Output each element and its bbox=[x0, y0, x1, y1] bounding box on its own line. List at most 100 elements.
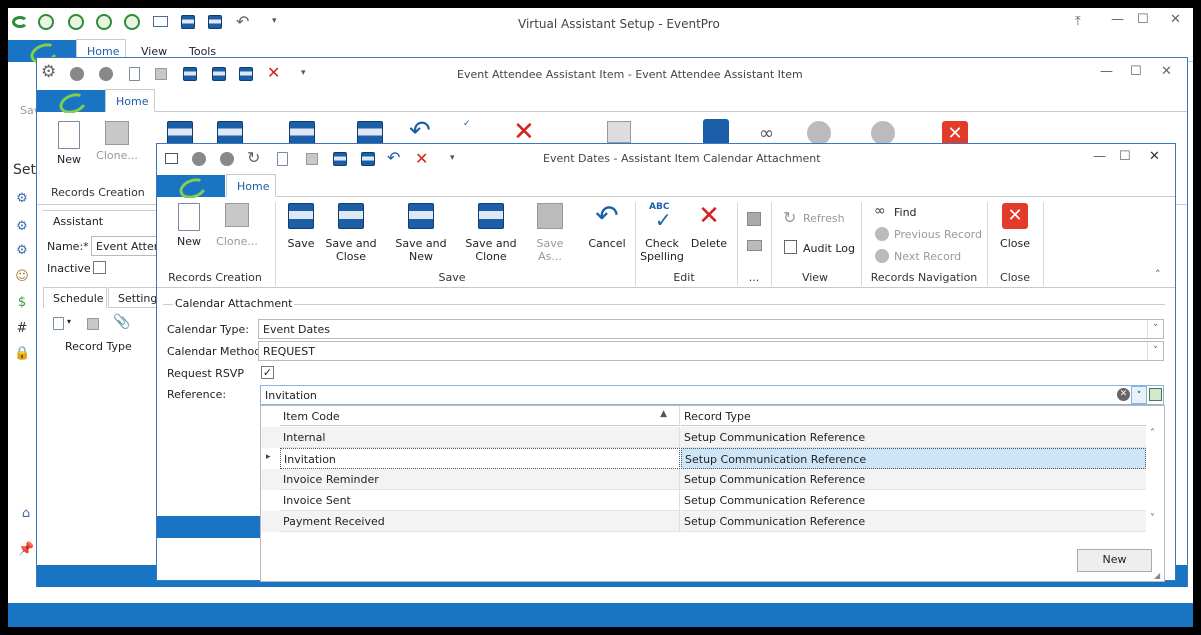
scroll-down-icon[interactable]: ˅ bbox=[1150, 513, 1155, 524]
save-as-button[interactable]: Save As... bbox=[523, 203, 577, 263]
folder-icon[interactable] bbox=[747, 240, 762, 251]
customize-icon[interactable]: ▾ bbox=[301, 68, 306, 78]
save-close-icon[interactable] bbox=[208, 15, 222, 29]
previous-icon[interactable] bbox=[807, 121, 831, 145]
record-type-cell[interactable]: Setup Communication Reference bbox=[681, 427, 1146, 448]
list-item[interactable]: Invoice Sent Setup Communication Referenc… bbox=[261, 490, 1146, 511]
save-close-icon[interactable] bbox=[217, 121, 243, 145]
new-icon[interactable] bbox=[53, 317, 64, 330]
user-icon[interactable]: ☺ bbox=[14, 269, 30, 285]
collapse-ribbon-icon[interactable]: ˄ bbox=[1155, 268, 1161, 281]
item-code-cell[interactable]: Internal bbox=[280, 427, 680, 448]
new-button[interactable]: New bbox=[49, 121, 89, 166]
app-menu-button[interactable] bbox=[37, 90, 105, 112]
record-type-cell[interactable]: Setup Communication Reference bbox=[681, 511, 1146, 532]
record-type-cell[interactable]: Setup Communication Reference bbox=[681, 469, 1146, 490]
next-record-icon[interactable] bbox=[875, 249, 889, 263]
cancel-icon[interactable]: ✕ bbox=[415, 149, 428, 168]
up-icon[interactable] bbox=[70, 67, 84, 81]
record-type-cell[interactable]: Setup Communication Reference bbox=[681, 490, 1146, 511]
maximize-icon[interactable]: ☐ bbox=[1130, 64, 1142, 79]
chevron-down-icon[interactable]: ˅ bbox=[1147, 320, 1163, 338]
save-icon[interactable] bbox=[167, 121, 193, 145]
cancel-icon[interactable]: ✕ bbox=[267, 63, 280, 82]
chevron-down-icon[interactable]: ▾ bbox=[67, 317, 71, 326]
gear-icon[interactable]: ⚙ bbox=[14, 219, 30, 235]
next-icon[interactable] bbox=[871, 121, 895, 145]
clone-icon[interactable] bbox=[87, 318, 99, 330]
save-and-close-button[interactable]: Save and Close bbox=[325, 203, 377, 263]
new-icon[interactable] bbox=[277, 152, 288, 166]
undo-icon[interactable]: ↶ bbox=[236, 12, 249, 31]
delete-button[interactable]: ✕ Delete bbox=[687, 203, 731, 250]
refresh-label[interactable]: Refresh bbox=[803, 212, 845, 225]
home-icon[interactable]: ⌂ bbox=[18, 506, 34, 522]
save-new-icon[interactable] bbox=[239, 67, 253, 81]
minimize-icon[interactable]: — bbox=[1100, 64, 1113, 79]
audit-icon[interactable] bbox=[607, 121, 631, 143]
scroll-up-icon[interactable]: ˄ bbox=[1150, 428, 1155, 439]
customize-icon[interactable]: ▾ bbox=[450, 153, 455, 163]
money-icon[interactable]: $ bbox=[14, 295, 30, 311]
spelling-icon[interactable]: ✓ bbox=[463, 119, 471, 129]
pin-icon[interactable]: 📌 bbox=[18, 542, 34, 558]
audit-log-icon[interactable] bbox=[784, 240, 797, 254]
list-item[interactable]: Payment Received Setup Communication Refe… bbox=[261, 511, 1146, 532]
app-menu-button[interactable] bbox=[157, 175, 225, 197]
audit-log-label[interactable]: Audit Log bbox=[803, 242, 855, 255]
down-icon[interactable] bbox=[220, 152, 234, 166]
tab-home[interactable]: Home bbox=[226, 174, 276, 197]
chevron-down-icon[interactable]: ˅ bbox=[1131, 386, 1147, 404]
add-record-icon[interactable] bbox=[1149, 388, 1162, 401]
settings-icon[interactable]: ⚙ bbox=[41, 64, 56, 81]
list-item[interactable]: Internal Setup Communication Reference bbox=[261, 427, 1146, 448]
item-code-cell[interactable]: Invoice Reminder bbox=[280, 469, 680, 490]
save-icon[interactable] bbox=[181, 15, 195, 29]
clock-icon[interactable] bbox=[38, 14, 54, 30]
clock-icon[interactable] bbox=[68, 14, 84, 30]
calendar-method-select[interactable]: REQUEST ˅ bbox=[258, 341, 1164, 361]
find-label[interactable]: Find bbox=[894, 206, 917, 219]
record-type-header[interactable]: Record Type bbox=[681, 406, 1146, 426]
item-code-cell[interactable]: Invoice Sent bbox=[280, 490, 680, 511]
save-close-icon[interactable] bbox=[361, 152, 375, 166]
minimize-icon[interactable]: — bbox=[1093, 149, 1106, 164]
clone-button[interactable]: Clone... bbox=[93, 121, 141, 162]
clone-icon[interactable] bbox=[155, 68, 167, 80]
item-code-cell[interactable]: Payment Received bbox=[280, 511, 680, 532]
clock-icon[interactable] bbox=[124, 14, 140, 30]
save-button[interactable]: Save bbox=[281, 203, 321, 250]
lock-icon[interactable]: 🔒 bbox=[14, 346, 30, 362]
clone-icon[interactable] bbox=[306, 153, 318, 165]
new-reference-button[interactable]: New bbox=[1077, 549, 1152, 572]
item-code-header[interactable]: Item Code ▲ bbox=[280, 406, 680, 426]
save-close-icon[interactable] bbox=[212, 67, 226, 81]
request-rsvp-checkbox[interactable]: ✓ bbox=[261, 366, 274, 379]
close-button[interactable]: ✕ Close bbox=[993, 203, 1037, 250]
hash-icon[interactable]: # bbox=[14, 321, 30, 337]
item-code-cell[interactable]: Invitation bbox=[280, 448, 680, 469]
calendar-type-select[interactable]: Event Dates ˅ bbox=[258, 319, 1164, 339]
previous-record-icon[interactable] bbox=[875, 227, 889, 241]
record-type-cell[interactable]: Setup Communication Reference bbox=[681, 448, 1146, 469]
binoculars-icon[interactable]: ∞ bbox=[759, 123, 774, 144]
refresh-icon[interactable]: ↻ bbox=[247, 148, 260, 167]
cancel-button[interactable]: ↶ Cancel bbox=[585, 202, 629, 251]
close-icon[interactable]: ✕ bbox=[1149, 149, 1160, 164]
next-record-label[interactable]: Next Record bbox=[894, 250, 961, 263]
inactive-checkbox[interactable] bbox=[93, 261, 106, 274]
restore-ribbon-icon[interactable]: ⤒ bbox=[1075, 14, 1081, 29]
grid-icon[interactable] bbox=[747, 212, 761, 226]
clone-button[interactable]: Clone... bbox=[213, 203, 261, 248]
maximize-icon[interactable]: ☐ bbox=[1137, 12, 1149, 27]
gear-icon[interactable]: ⚙ bbox=[14, 191, 30, 207]
delete-icon[interactable]: ✕ bbox=[513, 119, 535, 145]
list-item[interactable]: ▸ Invitation Setup Communication Reference bbox=[261, 448, 1146, 469]
new-icon[interactable] bbox=[129, 67, 140, 81]
gear-icon[interactable]: ⚙ bbox=[14, 243, 30, 259]
resize-grip-icon[interactable]: ◢ bbox=[1154, 571, 1160, 580]
list-item[interactable]: Invoice Reminder Setup Communication Refe… bbox=[261, 469, 1146, 490]
clear-icon[interactable]: ✕ bbox=[1117, 388, 1130, 401]
check-spelling-button[interactable]: ABC ✓ Check Spelling bbox=[639, 203, 685, 264]
mail-icon[interactable] bbox=[153, 16, 168, 27]
